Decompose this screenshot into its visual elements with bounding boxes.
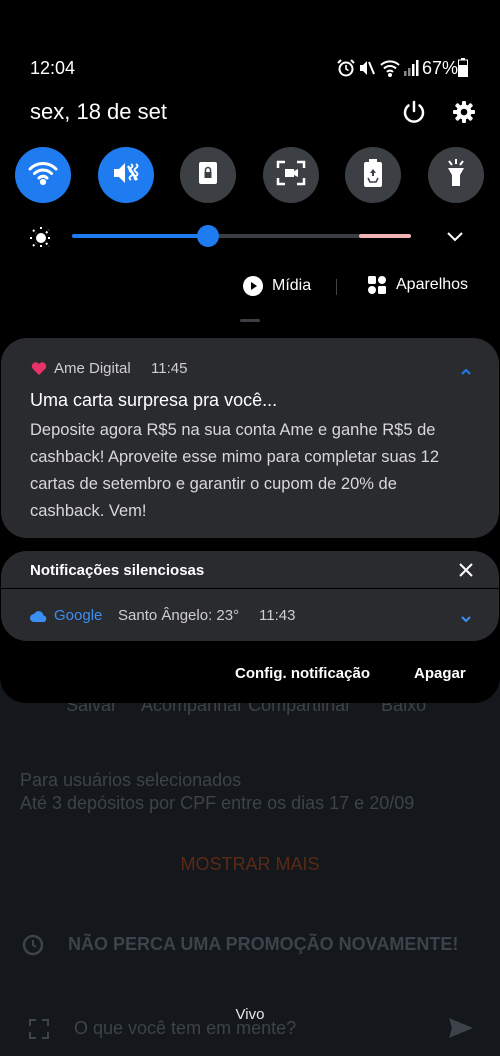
brightness-thumb[interactable] [197, 225, 219, 247]
notification-body: Deposite agora R$5 na sua conta Ame e ga… [30, 421, 440, 520]
battery-icon [458, 58, 468, 77]
background-promo: NÃO PERCA UMA PROMOÇÃO NOVAMENTE! [68, 934, 459, 954]
devices-grid-icon [368, 276, 386, 294]
close-icon[interactable] [458, 562, 474, 578]
clear-button[interactable]: Apagar [414, 665, 466, 682]
devices-button[interactable]: Aparelhos [368, 276, 468, 294]
mute-vibrate-icon [111, 159, 141, 192]
flashlight-toggle[interactable] [428, 147, 484, 203]
background-line-1: Para usuários selecionados [20, 770, 242, 790]
date-label: sex, 18 de set [30, 99, 167, 124]
notification-settings-button[interactable]: Config. notificação [235, 665, 370, 682]
devices-label: Aparelhos [396, 276, 469, 293]
silent-notifications-card: Notificações silenciosas Google Santo Ân… [1, 551, 499, 641]
brightness-slider[interactable] [72, 225, 411, 247]
notification-time: 11:45 [151, 360, 188, 377]
screen-recorder-toggle[interactable] [263, 147, 319, 203]
media-button[interactable]: Mídia [243, 276, 311, 296]
wifi-status-icon [379, 58, 401, 78]
divider [336, 279, 337, 295]
google-notification-row[interactable]: Google Santo Ângelo: 23° 11:43 [1, 589, 499, 641]
lock-rotation-icon [196, 160, 220, 191]
wifi-toggle[interactable] [15, 147, 71, 203]
mute-status-icon [358, 58, 376, 78]
wifi-icon [28, 160, 58, 191]
notification-app-name: Ame Digital [54, 360, 131, 377]
flashlight-icon [444, 158, 468, 193]
media-label: Mídia [272, 277, 312, 294]
drag-handle[interactable] [240, 319, 260, 322]
status-time: 12:04 [30, 58, 76, 78]
expand-chevron-icon[interactable] [459, 611, 473, 623]
carrier-label: Vivo [235, 1006, 265, 1023]
cloud-icon [30, 609, 47, 622]
background-show-more: MOSTRAR MAIS [180, 854, 320, 874]
notification-panel: 12:04 67% sex, 18 de set Mídia Aparelhos… [0, 0, 500, 703]
google-time: 11:43 [259, 607, 296, 624]
collapse-chevron-icon[interactable] [459, 364, 473, 375]
alarm-icon [20, 931, 46, 957]
background-line-2: Até 3 depósitos por CPF entre os dias 17… [20, 793, 415, 813]
silent-header: Notificações silenciosas [30, 562, 205, 579]
play-icon [243, 276, 263, 296]
screen-capture-icon [276, 160, 306, 191]
battery-percent: 67% [422, 58, 459, 78]
brightness-fill [72, 234, 208, 238]
brightness-high-zone [359, 234, 411, 238]
settings-gear-icon[interactable] [451, 99, 477, 125]
mute-vibrate-toggle[interactable] [98, 147, 154, 203]
alarm-status-icon [336, 58, 356, 78]
power-saving-icon [362, 158, 384, 193]
power-icon[interactable] [401, 99, 427, 125]
power-saving-toggle[interactable] [345, 147, 401, 203]
google-app-name: Google [54, 607, 103, 624]
rotation-lock-toggle[interactable] [180, 147, 236, 203]
notification-title: Uma carta surpresa pra você... [30, 390, 278, 410]
weather-text: Santo Ângelo: 23° [118, 607, 240, 624]
notification-card[interactable]: Ame Digital 11:45 Uma carta surpresa pra… [1, 338, 499, 538]
brightness-icon [29, 226, 53, 250]
chevron-down-icon[interactable] [446, 229, 464, 243]
signal-icon [403, 58, 419, 78]
heart-icon [31, 362, 47, 376]
